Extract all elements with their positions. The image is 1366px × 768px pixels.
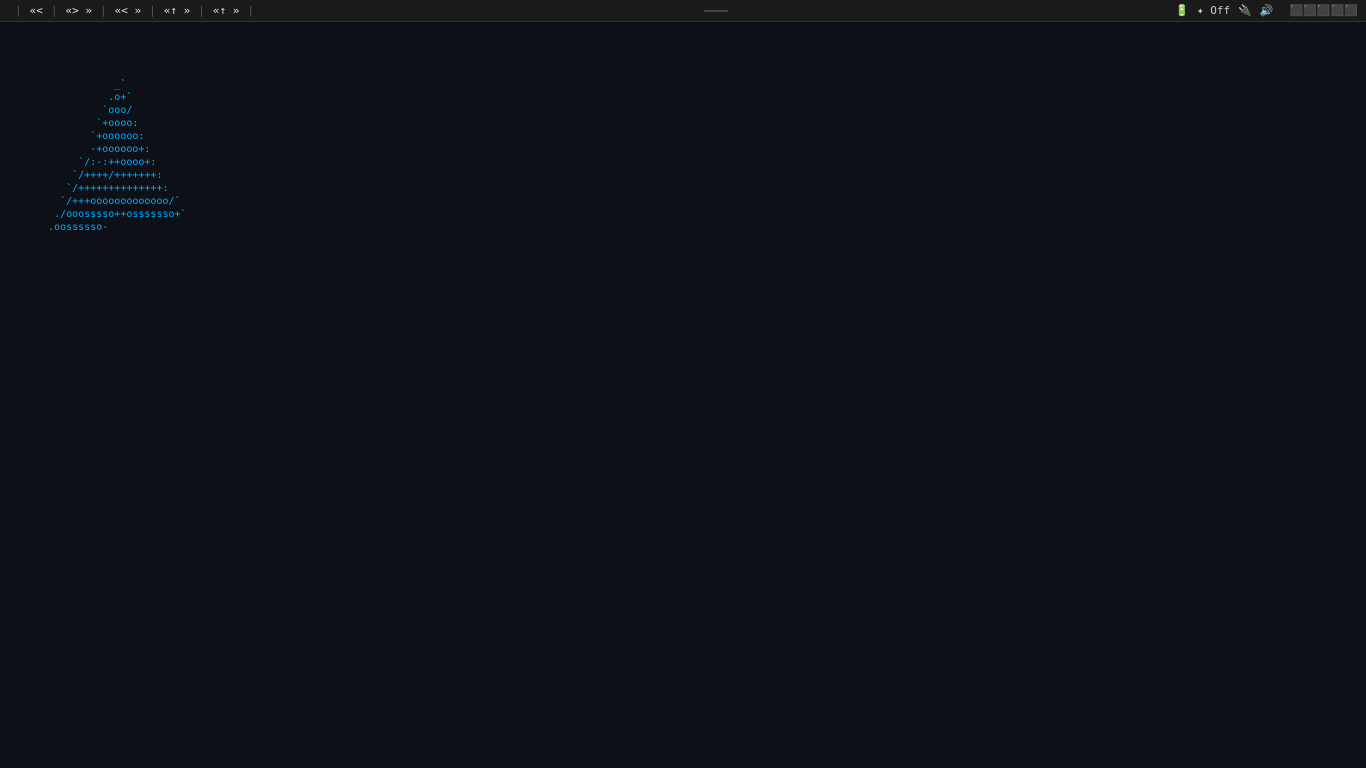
taskbar-item-1[interactable]: «< <box>27 4 46 17</box>
taskbar: | «< | «> » | «< » | «↑ » | «↑ » | 🔋 ✦ O… <box>0 0 1366 22</box>
taskbar-item-4[interactable]: «↑ » <box>161 4 194 17</box>
taskbar-item-2[interactable]: «> » <box>63 4 96 17</box>
taskbar-item-5[interactable]: «↑ » <box>210 4 243 17</box>
tray-icons: ⬛⬛⬛⬛⬛ <box>1290 4 1358 17</box>
taskbar-item-3[interactable]: «< » <box>112 4 145 17</box>
ascii-art: _` .o+` `ooo/ `+oooo: `+oooooo: -+oooooo… <box>24 78 304 234</box>
taskbar-right: 🔋 ✦ Off 🔌 🔊 ⬛⬛⬛⬛⬛ <box>1175 4 1366 17</box>
main-content: _` .o+` `ooo/ `+oooo: `+oooooo: -+oooooo… <box>0 22 1366 768</box>
battery2-status: 🔌 <box>1238 4 1252 17</box>
volume-status: 🔊 <box>1260 4 1274 17</box>
terminal-content: _` .o+` `ooo/ `+oooo: `+oooooo: -+oooooo… <box>0 22 683 768</box>
taskbar-left: | «< | «> » | «< » | «↑ » | «↑ » | <box>0 4 257 17</box>
taskbar-center-title <box>704 10 728 12</box>
battery1-status: 🔋 <box>1175 4 1189 17</box>
wifi-status: ✦ Off <box>1197 4 1230 17</box>
screenfetch-block: _` .o+` `ooo/ `+oooo: `+oooooo: -+oooooo… <box>24 78 675 234</box>
left-terminal[interactable]: _` .o+` `ooo/ `+oooo: `+oooooo: -+oooooo… <box>0 22 683 768</box>
